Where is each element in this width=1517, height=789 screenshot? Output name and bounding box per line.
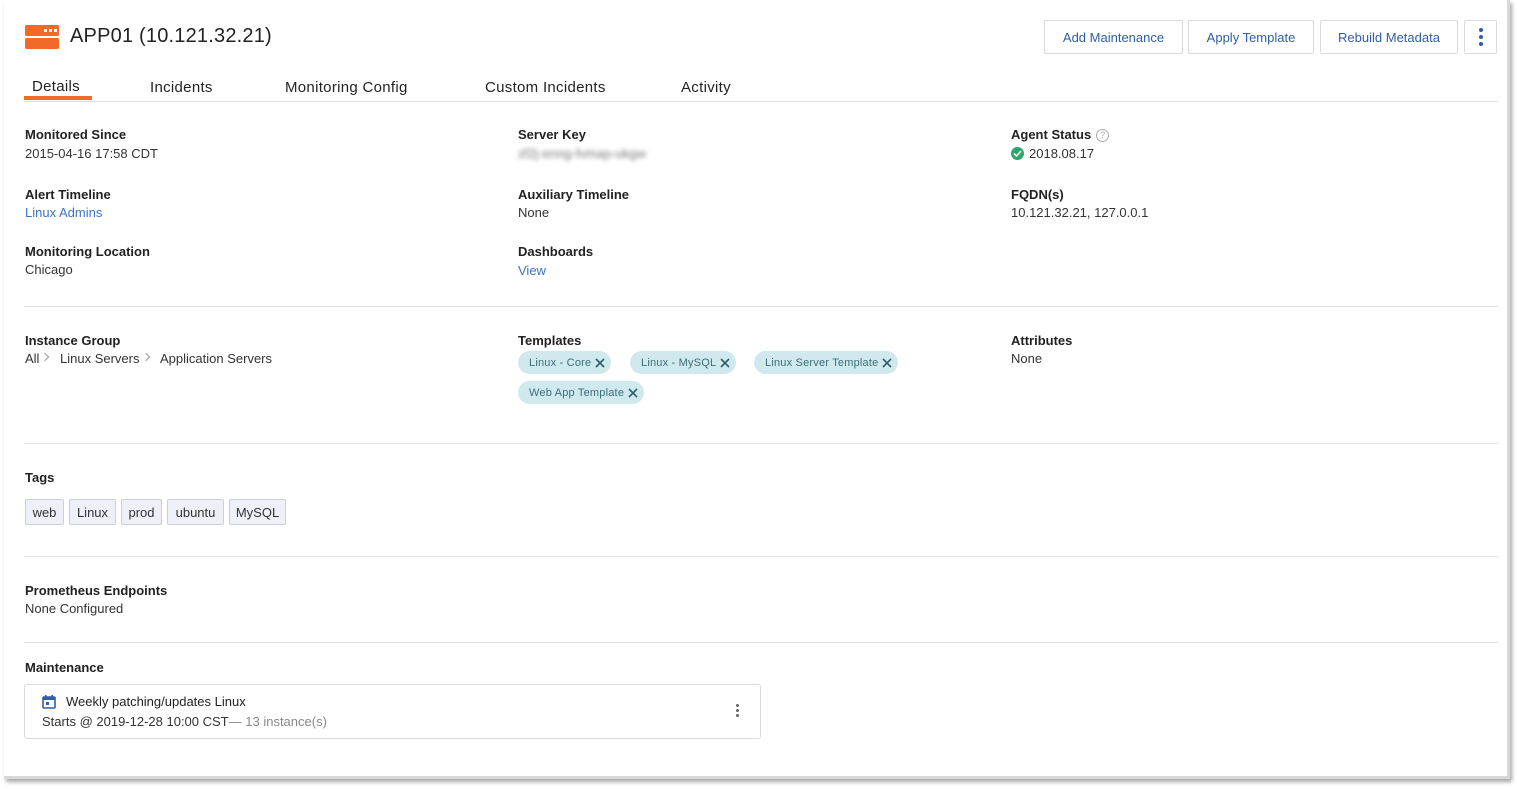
template-chip-label: Linux - Core [529,356,592,369]
monitoring-location-label: Monitoring Location [25,244,150,259]
breadcrumb-all[interactable]: All [25,351,39,366]
agent-status-label-text: Agent Status [1011,127,1092,142]
breadcrumb-application-servers[interactable]: Application Servers [160,351,272,366]
monitored-since-label: Monitored Since [25,127,127,142]
more-vertical-icon [1478,28,1483,46]
chevron-right-icon [40,352,50,362]
more-vertical-icon[interactable] [736,704,739,717]
tab-incidents[interactable]: Incidents [150,79,213,96]
attributes-value: None [1011,351,1043,366]
tab-bar: Details Incidents Monitoring Config Cust… [24,74,1498,102]
template-chip-label: Linux - MySQL [641,356,717,369]
divider [24,642,1498,643]
auxiliary-timeline-label: Auxiliary Timeline [518,187,630,202]
more-options-button[interactable] [1464,20,1497,54]
tab-details[interactable]: Details [32,78,80,95]
maintenance-label: Maintenance [25,660,104,675]
tag[interactable]: Linux [69,499,116,525]
maintenance-title: Weekly patching/updates Linux [66,694,246,709]
add-maintenance-button[interactable]: Add Maintenance [1044,20,1183,54]
monitoring-location-value: Chicago [25,262,73,277]
template-chip: Web App Template [518,381,645,404]
maintenance-instance-count: — 13 instance(s) [228,714,327,729]
agent-status-label: Agent Status? [1011,127,1110,142]
template-chip: Linux - MySQL [630,351,737,374]
server-icon [25,25,59,49]
template-chip: Linux Server Template [754,351,899,374]
tag[interactable]: prod [121,499,162,525]
templates-label: Templates [518,333,582,348]
maintenance-start: Starts @ 2019-12-28 10:00 CST [42,714,229,729]
prometheus-endpoints-value: None Configured [25,601,124,616]
fqdn-value: 10.121.32.21, 127.0.0.1 [1011,205,1149,220]
dashboards-label: Dashboards [518,244,594,259]
fqdn-label: FQDN(s) [1011,187,1064,202]
check-circle-icon [1011,147,1024,160]
tags-label: Tags [25,470,55,485]
prometheus-endpoints-label: Prometheus Endpoints [25,583,168,598]
instance-group-label: Instance Group [25,333,121,348]
server-key-value: zf2j-enng-fvmap-ukgw [518,146,646,161]
tag[interactable]: web [25,499,64,525]
tab-monitoring-config[interactable]: Monitoring Config [285,79,408,96]
tab-activity[interactable]: Activity [681,79,731,96]
auxiliary-timeline-value: None [518,205,550,220]
calendar-icon [42,695,56,709]
agent-version: 2018.08.17 [1029,146,1095,161]
alert-timeline-link[interactable]: Linux Admins [25,205,102,220]
remove-icon[interactable] [628,387,638,398]
divider [24,443,1498,444]
breadcrumb-linux-servers[interactable]: Linux Servers [60,351,139,366]
template-chip-label: Web App Template [529,386,625,399]
chevron-right-icon [141,352,151,362]
agent-status-value: 2018.08.17 [1011,146,1094,161]
tag[interactable]: MySQL [229,499,286,525]
page-title: APP01 (10.121.32.21) [70,25,272,47]
remove-icon[interactable] [720,357,730,368]
alert-timeline-label: Alert Timeline [25,187,111,202]
attributes-label: Attributes [1011,333,1073,348]
template-chip-label: Linux Server Template [765,356,879,369]
remove-icon[interactable] [882,357,893,368]
remove-icon[interactable] [595,357,605,368]
divider [24,306,1498,307]
active-tab-indicator [24,96,92,100]
instance-details-panel: APP01 (10.121.32.21) Add Maintenance App… [4,0,1510,779]
template-chip: Linux - Core [518,351,612,374]
rebuild-metadata-button[interactable]: Rebuild Metadata [1320,20,1458,54]
help-icon[interactable]: ? [1096,129,1110,142]
tag[interactable]: ubuntu [167,499,224,525]
divider [24,556,1498,557]
dashboards-view-link[interactable]: View [518,263,546,278]
apply-template-button[interactable]: Apply Template [1188,20,1314,54]
tab-custom-incidents[interactable]: Custom Incidents [485,79,606,96]
monitored-since-value: 2015-04-16 17:58 CDT [25,146,158,161]
server-key-label: Server Key [518,127,586,142]
maintenance-window-card[interactable]: Weekly patching/updates Linux Starts @ 2… [24,684,761,739]
maintenance-schedule: Starts @ 2019-12-28 10:00 CST— 13 instan… [42,714,327,729]
